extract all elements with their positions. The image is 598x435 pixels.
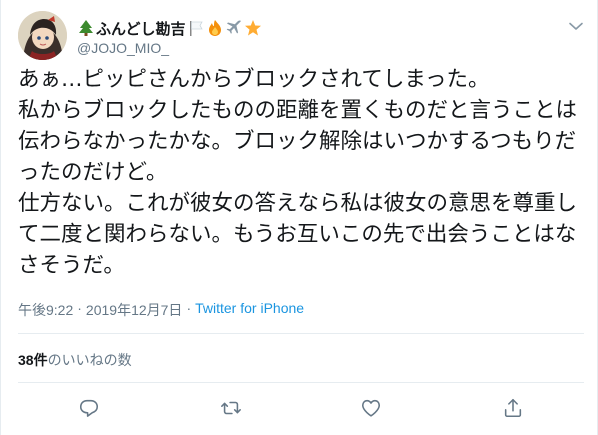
tweet-text: あぁ…ピッピさんからブロックされてしまった。 私からブロックしたものの距離を置く… — [18, 67, 578, 278]
tweet-time[interactable]: 午後9:22 — [18, 300, 73, 320]
retweet-icon[interactable] — [220, 397, 242, 419]
divider — [18, 382, 584, 383]
tree-emoji-icon — [79, 20, 93, 36]
tweet-source-link[interactable]: Twitter for iPhone — [195, 300, 304, 320]
tweet-meta: 午後9:22 · 2019年12月7日 · Twitter for iPhone — [18, 300, 304, 320]
meta-separator: · — [77, 300, 82, 316]
tweet-date[interactable]: 2019年12月7日 — [86, 300, 183, 320]
likes-label: のいいねの数 — [47, 353, 132, 369]
star-icon — [244, 20, 261, 36]
likes-stat[interactable]: 38件のいいねの数 — [18, 350, 132, 370]
display-name[interactable]: ふんどし勘吉 — [96, 18, 186, 39]
tweet-actions — [1, 394, 598, 424]
avatar-image — [18, 11, 67, 60]
user-handle[interactable]: @JOJO_MIO_ — [77, 40, 169, 56]
reply-icon[interactable] — [78, 397, 100, 419]
chevron-down-icon[interactable] — [567, 17, 585, 35]
like-icon[interactable] — [360, 397, 382, 419]
fire-icon — [208, 20, 221, 36]
name-row[interactable]: ふんどし勘吉 — [77, 17, 262, 39]
share-icon[interactable] — [502, 397, 524, 419]
airplane-icon — [226, 20, 241, 34]
meta-separator: · — [186, 300, 192, 316]
divider — [18, 333, 584, 334]
likes-count: 38件 — [18, 352, 48, 368]
tweet-card: ふんどし勘吉 @JOJO_MIO_ あぁ…ピッピさんからブロックされてしまった。… — [0, 0, 598, 435]
white-flag-icon — [189, 21, 203, 36]
avatar[interactable] — [18, 11, 67, 60]
